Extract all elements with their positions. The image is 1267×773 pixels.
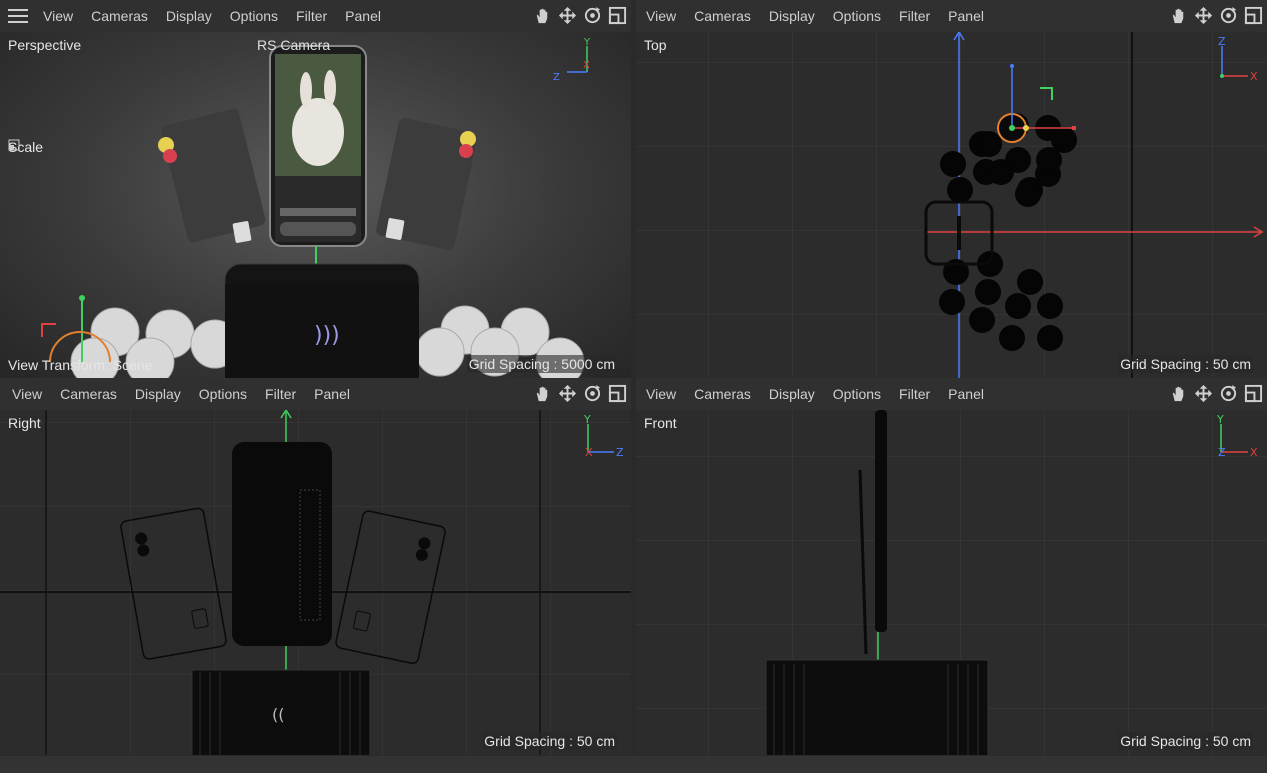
- hand-pan-icon[interactable]: [533, 6, 552, 25]
- svg-text:X: X: [1250, 446, 1258, 459]
- menu-options[interactable]: Options: [824, 386, 890, 402]
- viewport-label: Right: [8, 415, 41, 431]
- menu-display[interactable]: Display: [760, 8, 824, 24]
- front-view[interactable]: Y X Z Front Grid Spacing : 50 cm: [636, 410, 1267, 755]
- rotate-icon[interactable]: [1219, 384, 1238, 403]
- menu-view[interactable]: View: [34, 8, 82, 24]
- hand-pan-icon[interactable]: [1169, 6, 1188, 25]
- scale-icon: [8, 139, 20, 151]
- menu-display[interactable]: Display: [157, 8, 221, 24]
- menu-panel[interactable]: Panel: [939, 8, 993, 24]
- right-scene: (( Y Z X: [0, 410, 631, 755]
- menu-panel[interactable]: Panel: [336, 8, 390, 24]
- menu-options[interactable]: Options: [221, 8, 287, 24]
- viewport-menubar: View Cameras Display Options Filter Pane…: [636, 378, 1267, 410]
- svg-text:Z: Z: [1218, 446, 1226, 459]
- menu-icon[interactable]: [8, 9, 28, 23]
- menu-options[interactable]: Options: [824, 8, 890, 24]
- menu-cameras[interactable]: Cameras: [685, 386, 760, 402]
- status-bar: [0, 756, 1267, 773]
- hand-pan-icon[interactable]: [533, 384, 552, 403]
- move-icon[interactable]: [1194, 6, 1213, 25]
- move-icon[interactable]: [558, 6, 577, 25]
- move-icon[interactable]: [1194, 384, 1213, 403]
- grid-spacing-label: Grid Spacing : 50 cm: [1118, 732, 1253, 750]
- rotate-icon[interactable]: [583, 6, 602, 25]
- viewport-perspective[interactable]: View Cameras Display Options Filter Pane…: [0, 0, 631, 378]
- rotate-icon[interactable]: [583, 384, 602, 403]
- top-scene: Z X: [636, 32, 1267, 378]
- grid-spacing-label: Grid Spacing : 50 cm: [482, 732, 617, 750]
- grid-spacing-label: Grid Spacing : 50 cm: [1118, 355, 1253, 373]
- svg-text:X: X: [585, 446, 593, 459]
- scale-label[interactable]: Scale: [8, 139, 43, 155]
- perspective-scene: ))) Y X Z: [41, 37, 591, 378]
- viewport-right[interactable]: View Cameras Display Options Filter Pane…: [0, 378, 631, 755]
- svg-text:Z: Z: [1218, 35, 1226, 48]
- svg-text:Z: Z: [616, 446, 624, 459]
- svg-text:Z: Z: [553, 72, 560, 83]
- menu-display[interactable]: Display: [760, 386, 824, 402]
- menu-filter[interactable]: Filter: [890, 8, 939, 24]
- camera-label: RS Camera: [257, 37, 331, 53]
- viewport-menubar: View Cameras Display Options Filter Pane…: [0, 378, 631, 410]
- svg-text:Y: Y: [583, 37, 591, 48]
- grid-spacing-label: Grid Spacing : 5000 cm: [466, 355, 617, 373]
- menu-view[interactable]: View: [637, 8, 685, 24]
- svg-text:Y: Y: [583, 413, 591, 426]
- svg-text:Y: Y: [1216, 413, 1224, 426]
- viewport-menubar: View Cameras Display Options Filter Pane…: [0, 0, 631, 32]
- maximize-icon[interactable]: [1244, 6, 1263, 25]
- menu-filter[interactable]: Filter: [287, 8, 336, 24]
- menu-view[interactable]: View: [637, 386, 685, 402]
- svg-text:X: X: [1250, 70, 1258, 83]
- viewport-front[interactable]: View Cameras Display Options Filter Pane…: [636, 378, 1267, 755]
- menu-filter[interactable]: Filter: [890, 386, 939, 402]
- viewport-label: Front: [644, 415, 677, 431]
- viewport-menubar: View Cameras Display Options Filter Pane…: [636, 0, 1267, 32]
- menu-filter[interactable]: Filter: [256, 386, 305, 402]
- view-transform-label: View Transform: Scene: [8, 357, 153, 373]
- menu-view[interactable]: View: [3, 386, 51, 402]
- viewport-top[interactable]: View Cameras Display Options Filter Pane…: [636, 0, 1267, 378]
- menu-options[interactable]: Options: [190, 386, 256, 402]
- maximize-icon[interactable]: [1244, 384, 1263, 403]
- menu-display[interactable]: Display: [126, 386, 190, 402]
- move-icon[interactable]: [558, 384, 577, 403]
- rotate-icon[interactable]: [1219, 6, 1238, 25]
- maximize-icon[interactable]: [608, 6, 627, 25]
- menu-panel[interactable]: Panel: [939, 386, 993, 402]
- svg-text:X: X: [583, 60, 590, 71]
- viewport-label: Perspective: [8, 37, 82, 53]
- right-view[interactable]: (( Y Z X Right Grid Spacing : 50 cm: [0, 410, 631, 755]
- card-left: [161, 108, 266, 243]
- menu-cameras[interactable]: Cameras: [685, 8, 760, 24]
- svg-text:))): ))): [314, 323, 340, 348]
- top-view[interactable]: Z X Top Grid Spacing : 50 cm: [636, 32, 1267, 378]
- maximize-icon[interactable]: [608, 384, 627, 403]
- viewport-label: Top: [644, 37, 667, 53]
- menu-panel[interactable]: Panel: [305, 386, 359, 402]
- svg-text:((: ((: [272, 705, 284, 724]
- menu-cameras[interactable]: Cameras: [51, 386, 126, 402]
- menu-cameras[interactable]: Cameras: [82, 8, 157, 24]
- hand-pan-icon[interactable]: [1169, 384, 1188, 403]
- perspective-render[interactable]: ))) Y X Z Perspective RS Camera Scale Vi…: [0, 32, 631, 378]
- front-scene: Y X Z: [636, 410, 1267, 755]
